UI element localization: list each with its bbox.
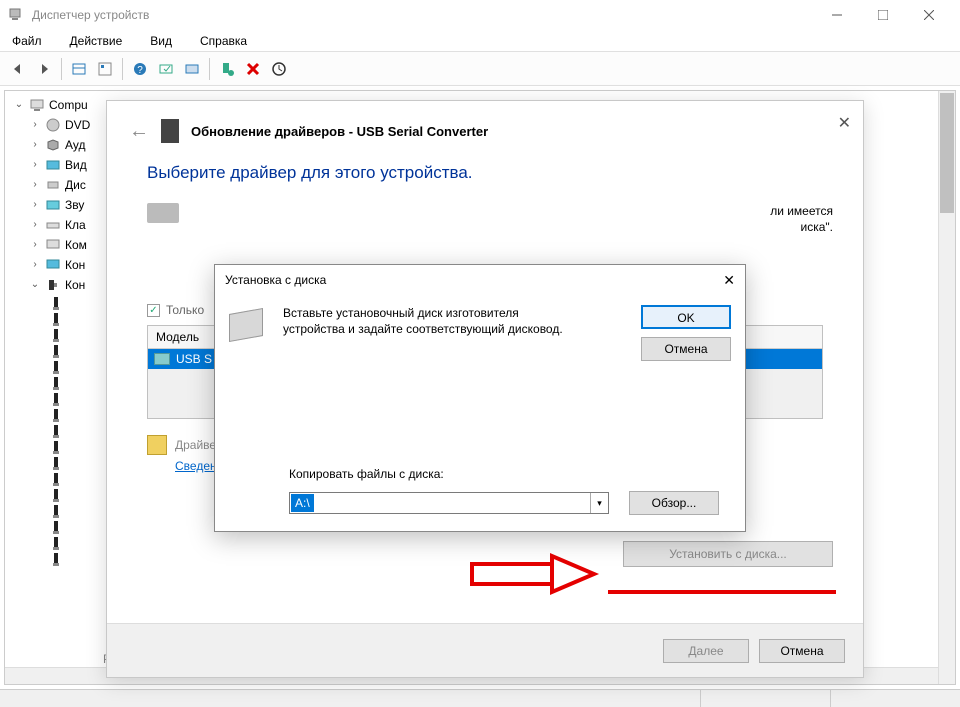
- enable-device-icon[interactable]: [215, 57, 239, 81]
- scan-icon[interactable]: [154, 57, 178, 81]
- tree-root-label: Compu: [49, 95, 88, 115]
- shield-icon: [147, 435, 167, 455]
- caret-icon[interactable]: ⌄: [13, 95, 25, 115]
- scan-hardware-icon[interactable]: [267, 57, 291, 81]
- wizard-close-button[interactable]: ✕: [838, 113, 851, 133]
- window-controls: [814, 1, 952, 29]
- menubar: Файл Действие Вид Справка: [0, 30, 960, 52]
- titlebar: Диспетчер устройств: [0, 0, 960, 30]
- back-button[interactable]: [6, 57, 30, 81]
- help-icon[interactable]: ?: [128, 57, 152, 81]
- browse-button[interactable]: Обзор...: [629, 491, 719, 515]
- show-hidden-icon[interactable]: [67, 57, 91, 81]
- cancel-button[interactable]: Отмена: [759, 639, 845, 663]
- disk-dialog-instruction: Вставьте установочный диск изготовителя …: [283, 305, 583, 361]
- device-icon: [161, 119, 179, 143]
- maximize-button[interactable]: [860, 1, 906, 29]
- statusbar: [0, 689, 960, 707]
- menu-action[interactable]: Действие: [64, 32, 129, 50]
- model-selected-label: USB S: [176, 352, 212, 366]
- wizard-hint-tail2: иска".: [801, 220, 833, 234]
- chevron-down-icon[interactable]: ▾: [590, 493, 608, 513]
- computer-icon: [29, 97, 45, 113]
- floppy-disk-icon: [229, 305, 269, 341]
- card-icon: [154, 353, 170, 365]
- vertical-scrollbar[interactable]: [938, 91, 955, 684]
- next-button[interactable]: Далее: [663, 639, 749, 663]
- minimize-button[interactable]: [814, 1, 860, 29]
- wizard-header: ← Обновление драйверов - USB Serial Conv…: [107, 101, 863, 153]
- wizard-instruction: Выберите драйвер для этого устройства.: [107, 153, 863, 203]
- menu-view[interactable]: Вид: [144, 32, 178, 50]
- forward-button[interactable]: [32, 57, 56, 81]
- checkbox-icon[interactable]: ✓: [147, 304, 160, 317]
- wizard-back-button[interactable]: ←: [129, 120, 149, 143]
- app-icon: [8, 7, 24, 23]
- menu-help[interactable]: Справка: [194, 32, 253, 50]
- path-value: A:\: [291, 494, 314, 512]
- install-from-disk-dialog: Установка с диска ✕ Вставьте установочны…: [214, 264, 746, 532]
- disk-cancel-button[interactable]: Отмена: [641, 337, 731, 361]
- wizard-title: Обновление драйверов - USB Serial Conver…: [191, 124, 488, 139]
- svg-text:?: ?: [137, 65, 143, 76]
- ok-button[interactable]: OK: [641, 305, 731, 329]
- annotation-underline: [608, 590, 836, 594]
- wizard-footer: Далее Отмена: [107, 623, 863, 677]
- install-from-disk-button[interactable]: Установить с диска...: [623, 541, 833, 567]
- path-combobox[interactable]: A:\ ▾: [289, 492, 609, 514]
- copy-from-label: Копировать файлы с диска:: [289, 467, 444, 481]
- menu-file[interactable]: Файл: [6, 32, 48, 50]
- annotation-arrow-icon: [470, 550, 600, 598]
- only-compatible-label: Только: [166, 303, 204, 317]
- window-title: Диспетчер устройств: [32, 8, 814, 22]
- disk-dialog-title: Установка с диска: [225, 273, 326, 287]
- uninstall-icon[interactable]: [241, 57, 265, 81]
- wizard-hint-tail1: ли имеется: [770, 204, 833, 218]
- disk-dialog-close-button[interactable]: ✕: [723, 272, 735, 289]
- update-driver-icon[interactable]: [180, 57, 204, 81]
- usb-connector-icon: [147, 203, 179, 223]
- properties-icon[interactable]: [93, 57, 117, 81]
- close-button[interactable]: [906, 1, 952, 29]
- toolbar: ?: [0, 52, 960, 86]
